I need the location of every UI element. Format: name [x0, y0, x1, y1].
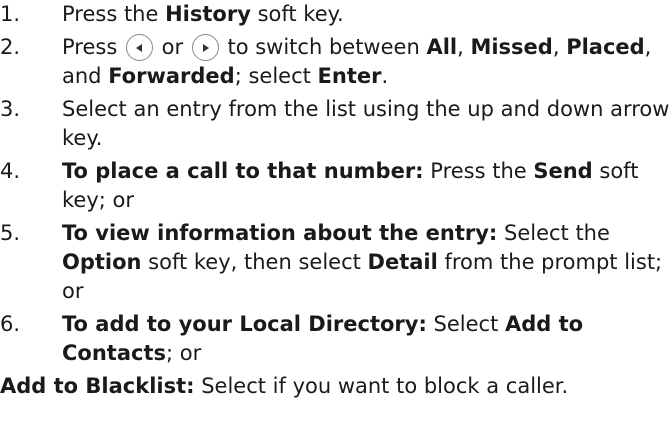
step-text: Press: [62, 35, 124, 59]
step-5: 5. To view information about the entry: S…: [0, 219, 672, 306]
step-heading: To add to your Local Directory:: [62, 312, 427, 336]
option-softkey-label: Option: [62, 250, 142, 274]
step-text: Select: [426, 312, 505, 336]
step-number: 3.: [0, 97, 21, 121]
step-4: 4. To place a call to that number: Press …: [0, 157, 672, 215]
step-text: or: [154, 35, 190, 59]
step-text: ; or: [166, 341, 202, 365]
step-text: ; select: [234, 64, 318, 88]
forwarded-label: Forwarded: [108, 64, 235, 88]
step-text: ,: [552, 35, 567, 59]
step-1: 1. Press the History soft key.: [0, 0, 672, 29]
step-text: to switch between: [220, 35, 427, 59]
history-softkey-label: History: [165, 2, 251, 26]
step-number: 2.: [0, 35, 21, 59]
blacklist-note: Add to Blacklist: Select if you want to …: [0, 372, 672, 401]
step-6: 6. To add to your Local Directory: Select…: [0, 310, 672, 368]
instruction-document: 1. Press the History soft key. 2. Press or…: [0, 0, 672, 401]
step-3: 3. Select an entry from the list using th…: [0, 95, 672, 153]
step-text: soft key.: [250, 2, 344, 26]
enter-label: Enter: [317, 64, 382, 88]
blacklist-heading: Add to Blacklist:: [0, 374, 195, 398]
step-2: 2. Press or to switch between All, Missed…: [0, 33, 672, 91]
step-text: ,: [457, 35, 471, 59]
detail-label: Detail: [367, 250, 438, 274]
send-softkey-label: Send: [533, 159, 593, 183]
right-arrow-key-icon: [191, 34, 219, 61]
step-text: Press the: [62, 2, 166, 26]
all-label: All: [426, 35, 458, 59]
step-number: 5.: [0, 221, 21, 245]
step-number: 4.: [0, 159, 21, 183]
placed-label: Placed: [566, 35, 645, 59]
step-text: Press the: [423, 159, 534, 183]
step-number: 6.: [0, 312, 21, 336]
step-number: 1.: [0, 2, 21, 26]
missed-label: Missed: [470, 35, 553, 59]
steps-list: 1. Press the History soft key. 2. Press or…: [0, 0, 672, 368]
step-text: Select the: [497, 221, 610, 245]
step-heading: To view information about the entry:: [62, 221, 498, 245]
step-text: Select an entry from the list using the …: [62, 97, 670, 150]
left-arrow-key-icon: [125, 34, 153, 61]
step-text: soft key, then select: [141, 250, 368, 274]
step-text: .: [381, 64, 389, 88]
step-heading: To place a call to that number:: [62, 159, 424, 183]
blacklist-text: Select if you want to block a caller.: [194, 374, 569, 398]
